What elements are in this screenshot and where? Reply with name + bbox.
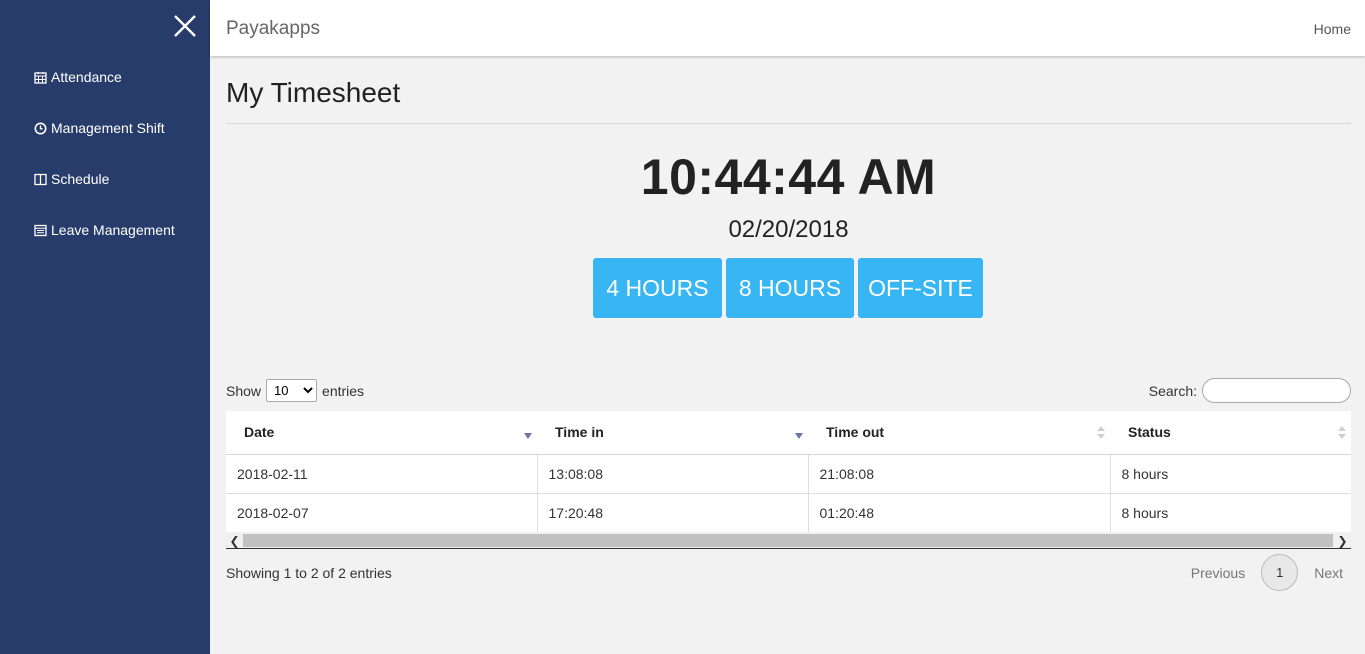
cell-time-out: 01:20:48 (808, 493, 1111, 533)
cell-status: 8 hours (1110, 493, 1351, 533)
length-prefix-label: Show (226, 382, 262, 399)
pagination: Previous 1 Next (1183, 554, 1351, 591)
calendar-icon (34, 71, 47, 84)
page-1-button[interactable]: 1 (1261, 554, 1299, 591)
calendar-list-icon (34, 224, 47, 237)
sidebar-item-label: Schedule (51, 171, 110, 187)
search-label: Search: (1148, 382, 1197, 399)
sidebar-item-attendance[interactable]: Attendance (34, 69, 122, 85)
column-header-time-out[interactable]: Time out (808, 411, 1110, 455)
cell-time-out: 21:08:08 (808, 454, 1111, 494)
off-site-button[interactable]: OFF-SITE (858, 258, 983, 318)
table-row: 2018-02-11 13:08:08 21:08:08 8 hours (226, 454, 1351, 494)
eight-hours-button[interactable]: 8 HOURS (726, 258, 854, 318)
table-search: Search: (1149, 378, 1351, 403)
scroll-right-icon[interactable]: ❯ (1334, 532, 1351, 549)
table-info: Showing 1 to 2 of 2 entries (226, 565, 392, 581)
current-date: 02/20/2018 (728, 216, 849, 243)
column-header-date[interactable]: Date (226, 411, 537, 455)
cell-date: 2018-02-11 (226, 454, 538, 494)
home-link[interactable]: Home (1314, 21, 1351, 37)
table-header-row: Date Time in Time out Status (226, 411, 1351, 455)
close-icon[interactable] (172, 13, 198, 39)
top-navbar: Payakapps Home (210, 0, 1365, 56)
sidebar-item-management-shift[interactable]: Management Shift (34, 120, 165, 136)
table-row: 2018-02-07 17:20:48 01:20:48 8 hours (226, 493, 1351, 533)
sort-both-icon (1096, 423, 1106, 443)
divider (226, 123, 1351, 124)
brand-name[interactable]: Payakapps (226, 18, 320, 40)
current-time: 10:44:44 AM (640, 149, 937, 205)
sidebar-item-schedule[interactable]: Schedule (34, 171, 109, 187)
entries-length-control: Show 10 entries (226, 379, 364, 402)
columns-icon (34, 173, 47, 186)
scroll-left-icon[interactable]: ❮ (226, 532, 243, 549)
search-input[interactable] (1202, 378, 1351, 403)
clock-icon (34, 122, 47, 135)
previous-page-button[interactable]: Previous (1183, 565, 1253, 581)
sort-both-icon (1337, 423, 1347, 443)
column-header-time-in[interactable]: Time in (537, 411, 808, 455)
timesheet-actions: 4 HOURS 8 HOURS OFF-SITE (593, 258, 983, 318)
cell-date: 2018-02-07 (226, 493, 538, 533)
scrollbar-thumb[interactable] (243, 534, 1333, 547)
page-title: My Timesheet (226, 77, 401, 108)
sidebar-item-label: Attendance (51, 69, 122, 85)
cell-time-in: 13:08:08 (537, 454, 809, 494)
sidebar: Attendance Management Shift Schedule Lea… (0, 0, 210, 654)
timesheet-table-container: Date Time in Time out Status 2018-02-11 … (226, 411, 1351, 533)
cell-status: 8 hours (1110, 454, 1351, 494)
column-header-status[interactable]: Status (1110, 411, 1351, 455)
horizontal-scrollbar[interactable]: ❮ ❯ (226, 532, 1351, 549)
sidebar-item-leave-management[interactable]: Leave Management (34, 222, 175, 238)
entries-select[interactable]: 10 (266, 379, 318, 402)
timesheet-table: Date Time in Time out Status 2018-02-11 … (226, 411, 1351, 533)
next-page-button[interactable]: Next (1306, 565, 1351, 581)
length-suffix-label: entries (322, 382, 365, 399)
four-hours-button[interactable]: 4 HOURS (593, 258, 722, 318)
sort-desc-icon (523, 423, 533, 443)
sidebar-item-label: Management Shift (51, 120, 165, 136)
sidebar-item-label: Leave Management (51, 222, 175, 238)
sort-desc-icon (794, 423, 804, 443)
cell-time-in: 17:20:48 (537, 493, 809, 533)
